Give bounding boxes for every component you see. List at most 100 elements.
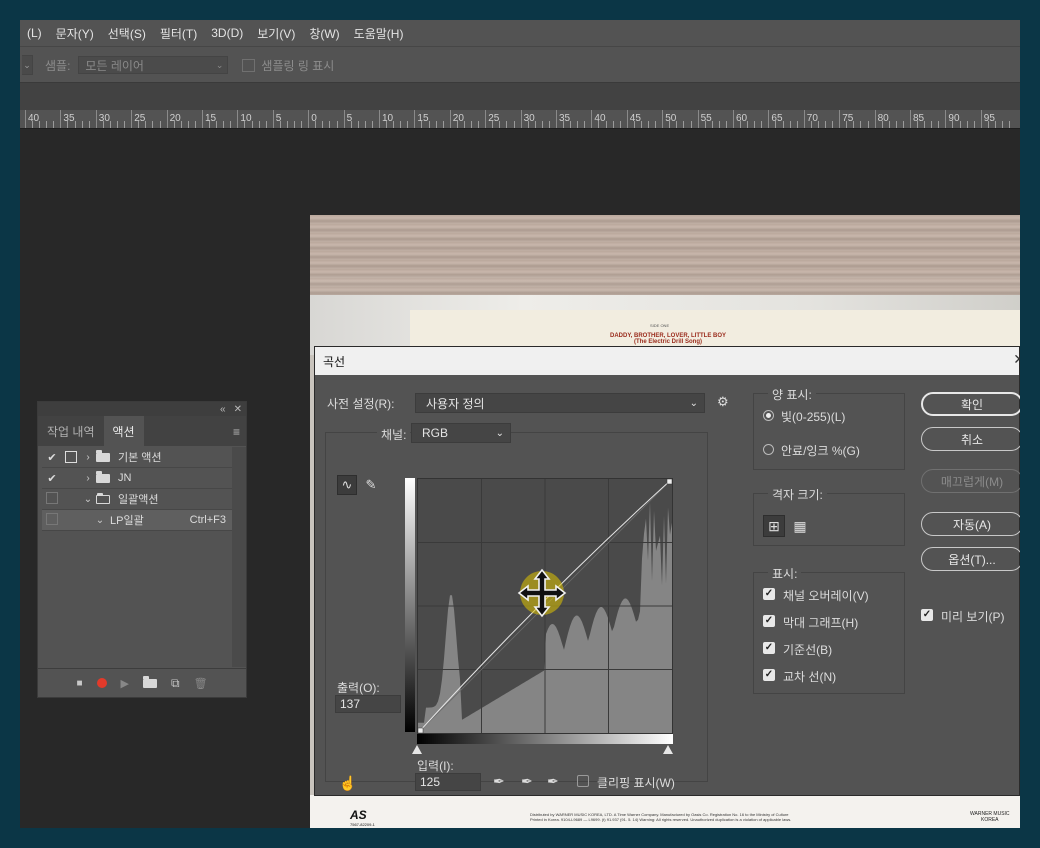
curve-point-tool[interactable]: ∿ — [337, 475, 357, 495]
input-field[interactable]: 125 — [415, 773, 481, 791]
toggle-check-box[interactable] — [42, 491, 62, 507]
channel-overlay-checkbox[interactable]: ✓ — [763, 588, 775, 600]
expand-icon[interactable]: › — [80, 473, 96, 484]
close-icon[interactable]: ✕ — [1013, 351, 1020, 368]
ruler-minor-tick — [74, 121, 76, 128]
trash-icon[interactable]: 🗑 — [194, 677, 208, 690]
menu-item-filter[interactable]: 필터(T) — [153, 25, 204, 42]
panel-menu-icon[interactable]: ≡ — [233, 425, 240, 439]
toggle-check-icon[interactable]: ✔ — [42, 472, 62, 485]
preview-checkbox[interactable]: ✓ — [921, 609, 933, 621]
output-field[interactable]: 137 — [335, 695, 401, 713]
menu-item-select[interactable]: 선택(S) — [101, 25, 153, 42]
empty-check-icon — [46, 512, 58, 525]
pigment-radio[interactable] — [763, 444, 774, 455]
black-eyedropper-icon[interactable]: ✒ — [493, 773, 505, 790]
photoshop-window: (L) 문자(Y) 선택(S) 필터(T) 3D(D) 보기(V) 창(W) 도… — [20, 20, 1020, 828]
menu-item-layer[interactable]: (L) — [20, 26, 49, 40]
bottom-legal-text: Distributed by WARNER MUSIC KOREA, LTD. … — [530, 812, 791, 822]
light-radio[interactable] — [763, 410, 774, 421]
menu-item-type[interactable]: 문자(Y) — [49, 25, 101, 42]
ruler-major-tick — [60, 110, 62, 128]
ruler-minor-tick — [711, 121, 713, 128]
options-button[interactable]: 옵션(T)... — [921, 547, 1020, 571]
sample-select[interactable]: 모든 레이어 ⌄ — [78, 56, 229, 74]
atlantic-logo-text: AS — [350, 808, 367, 822]
menu-item-3d[interactable]: 3D(D) — [204, 26, 250, 40]
record-icon[interactable] — [96, 678, 107, 688]
panel-scrollbar[interactable] — [232, 447, 246, 667]
baseline-label: 기준선(B) — [783, 643, 833, 657]
expand-icon[interactable]: ⌄ — [80, 494, 96, 505]
tab-history[interactable]: 작업 내역 — [38, 416, 104, 446]
action-set-row[interactable]: ✔ › 기본 액션 — [42, 447, 232, 468]
toggle-check-box[interactable] — [42, 512, 62, 528]
gear-icon[interactable]: ⚙ — [717, 394, 729, 410]
curves-dialog: 곡선 ✕ 사전 설정(R): 사용자 정의 ⌄ ⚙ 채널: RGB ⌄ ∿ ✎ — [314, 346, 1020, 796]
pencil-tool[interactable]: ✎ — [361, 475, 381, 495]
expand-icon[interactable]: ⌄ — [92, 515, 108, 526]
toggle-check-icon[interactable]: ✔ — [42, 451, 62, 464]
dialog-toggle[interactable] — [62, 471, 80, 485]
action-set-row[interactable]: ✔ › JN — [42, 468, 232, 489]
ruler-minor-tick — [357, 121, 359, 128]
ruler-number: 40 — [28, 113, 40, 124]
sample-ring-checkbox[interactable] — [242, 58, 256, 72]
cancel-button[interactable]: 취소 — [921, 427, 1020, 451]
ruler-number: 80 — [877, 113, 889, 124]
intersection-label: 교차 선(N) — [783, 670, 837, 684]
ruler-number: 30 — [523, 113, 535, 124]
histogram-checkbox[interactable]: ✓ — [763, 615, 775, 627]
menu-item-view[interactable]: 보기(V) — [250, 25, 302, 42]
ruler-minor-tick — [917, 121, 919, 128]
white-eyedropper-icon[interactable]: ✒ — [547, 773, 559, 790]
clipping-checkbox[interactable] — [577, 775, 589, 787]
channel-select[interactable]: RGB ⌄ — [411, 423, 511, 443]
menu-item-window[interactable]: 창(W) — [302, 25, 346, 42]
stop-icon[interactable]: ■ — [76, 678, 82, 689]
histogram-label: 막대 그래프(H) — [783, 616, 859, 630]
tab-actions[interactable]: 액션 — [103, 416, 144, 446]
menu-item-help[interactable]: 도움말(H) — [347, 25, 411, 42]
channel-label: 채널: — [377, 426, 411, 443]
curve-endpoint-white[interactable] — [666, 478, 673, 485]
black-point-slider[interactable] — [412, 745, 422, 754]
ruler-minor-tick — [336, 121, 338, 128]
play-icon[interactable]: ▶ — [121, 677, 129, 690]
expand-icon[interactable]: › — [80, 452, 96, 463]
ruler-minor-tick — [117, 121, 119, 128]
new-set-folder-icon[interactable] — [142, 675, 157, 688]
auto-button[interactable]: 자동(A) — [921, 512, 1020, 536]
ruler-minor-tick — [761, 121, 763, 128]
dialog-toggle[interactable] — [62, 450, 80, 464]
smooth-button[interactable]: 매끄럽게(M) — [921, 469, 1020, 493]
ok-button[interactable]: 확인 — [921, 392, 1020, 416]
preset-select-value: 사용자 정의 — [426, 396, 485, 411]
dialog-toggle[interactable] — [62, 513, 80, 527]
intersection-checkbox[interactable]: ✓ — [763, 669, 775, 681]
horizontal-ruler[interactable]: 40 35 30 25 20 15 10 5 0 5 10 15 20 25 30 35 40 45 50 55 60 6… — [20, 110, 1020, 129]
ruler-minor-tick — [598, 121, 600, 128]
action-set-row[interactable]: ⌄ 일괄액션 — [42, 489, 232, 510]
detailed-grid-button[interactable]: ▦ — [789, 515, 811, 537]
dialog-title-bar[interactable]: 곡선 ✕ — [315, 347, 1020, 375]
warner-logo: WARNER MUSIC KOREA — [970, 811, 1010, 823]
collapse-icon[interactable]: « — [220, 404, 226, 415]
baseline-checkbox[interactable]: ✓ — [763, 642, 775, 654]
tool-preset-dropdown[interactable]: ⌄ — [22, 55, 33, 75]
ruler-minor-tick — [605, 121, 607, 128]
ruler-minor-tick — [931, 121, 933, 128]
dialog-toggle[interactable] — [62, 492, 80, 506]
white-point-slider[interactable] — [663, 745, 673, 754]
curve-endpoint-black[interactable] — [417, 727, 424, 734]
action-row[interactable]: ⌄ LP일괄 Ctrl+F3 — [42, 510, 232, 531]
new-action-icon[interactable]: ⧉ — [171, 676, 180, 691]
ruler-minor-tick — [301, 121, 303, 128]
close-icon[interactable]: ✕ — [234, 404, 242, 415]
ruler-minor-tick — [173, 121, 175, 128]
simple-grid-button[interactable]: ⊞ — [763, 515, 785, 537]
gray-eyedropper-icon[interactable]: ✒ — [521, 773, 533, 790]
ruler-minor-tick — [407, 121, 409, 128]
on-image-adjust-icon[interactable]: ☝ — [339, 775, 356, 792]
preset-select[interactable]: 사용자 정의 ⌄ — [415, 393, 705, 413]
